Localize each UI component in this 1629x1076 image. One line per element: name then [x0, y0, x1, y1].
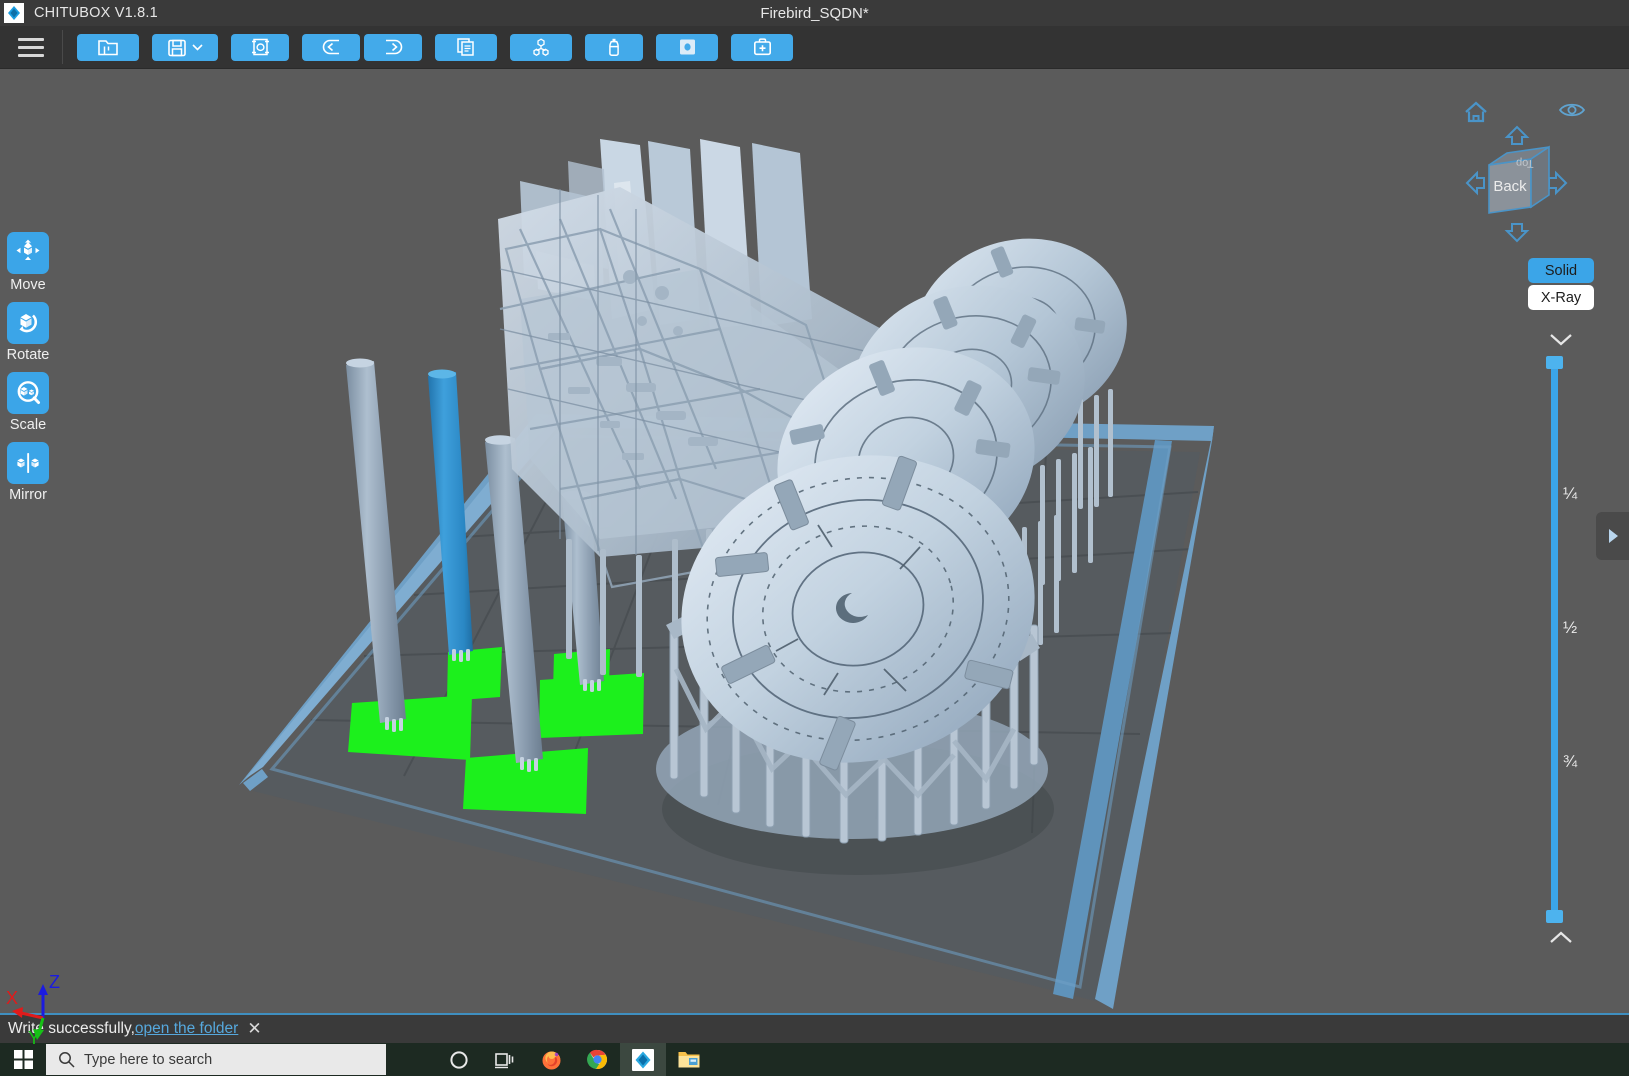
slider-handle-bottom[interactable] — [1546, 910, 1563, 923]
redo-button[interactable] — [364, 33, 422, 61]
mirror-tool-icon-box — [7, 442, 49, 484]
scene-render[interactable] — [0, 69, 1629, 1013]
chevron-up-icon[interactable] — [1548, 930, 1574, 946]
toolbar-button-group — [77, 33, 793, 61]
arrow-left-icon — [322, 39, 339, 54]
layer-preview-slider[interactable] — [1546, 356, 1563, 923]
copy-pages-icon — [457, 38, 474, 56]
nav-cube-front-label: Back — [1493, 178, 1527, 195]
close-x-icon[interactable]: ✕ — [247, 1019, 261, 1039]
cortana-circle-icon — [450, 1050, 468, 1069]
axis-label-x: X — [6, 988, 18, 1008]
dig-hole-button[interactable] — [656, 33, 718, 61]
app-title: CHITUBOX V1.8.1 — [34, 5, 158, 21]
axis-label-z: Z — [49, 972, 60, 992]
title-bar: CHITUBOX V1.8.1 Firebird_SQDN* — [0, 0, 1629, 26]
nav-arrow-right[interactable] — [1548, 170, 1568, 196]
transform-tool-rail: Move Rotate Scale Mirror — [2, 232, 54, 503]
copy-button[interactable] — [435, 33, 497, 61]
hollow-button[interactable] — [585, 33, 643, 61]
hamburger-menu-icon[interactable] — [0, 26, 62, 69]
main-toolbar — [0, 26, 1629, 69]
slider-handle-top[interactable] — [1546, 356, 1563, 369]
mirror-tool[interactable]: Mirror — [7, 442, 49, 503]
slider-tick-quarter: ¼ — [1563, 484, 1578, 503]
hole-punch-icon — [679, 39, 695, 55]
chitubox-taskbar-icon[interactable] — [620, 1043, 666, 1076]
scale-magnifier-icon — [17, 381, 40, 404]
taskview-button[interactable] — [482, 1043, 528, 1076]
repair-button[interactable] — [731, 33, 793, 61]
first-aid-repair-icon — [753, 38, 771, 56]
search-input[interactable]: Type here to search — [46, 1044, 386, 1075]
firefox-icon — [542, 1051, 560, 1070]
search-magnifier-icon — [59, 1052, 75, 1068]
document-title: Firebird_SQDN* — [760, 4, 869, 22]
undo-redo-group — [302, 33, 422, 61]
bottle-hollow-icon — [609, 38, 619, 57]
chitubox-window: CHITUBOX V1.8.1 Firebird_SQDN* Move Rota… — [0, 0, 1629, 1076]
nav-cube-top-label: Top — [1516, 157, 1534, 170]
rotate-cube-icon — [19, 314, 38, 333]
rotate-tool[interactable]: Rotate — [6, 302, 50, 363]
nav-arrow-down[interactable] — [1504, 223, 1530, 243]
arrow-right-icon — [385, 39, 402, 54]
floppy-save-icon — [167, 39, 186, 56]
explorer-taskbar-icon[interactable] — [666, 1043, 712, 1076]
place-on-plate-button[interactable] — [231, 33, 289, 61]
rotate-tool-label: Rotate — [6, 347, 50, 363]
taskview-cortana-icon[interactable] — [436, 1043, 482, 1076]
open-file-button[interactable] — [77, 33, 139, 61]
search-placeholder: Type here to search — [84, 1051, 213, 1068]
xray-mode-button[interactable]: X-Ray — [1528, 285, 1594, 310]
supports-tree-icon — [533, 38, 549, 56]
chrome-icon — [586, 1049, 607, 1069]
axis-label-y: Y — [28, 1028, 40, 1048]
move-tool-label: Move — [10, 277, 46, 293]
chrome-taskbar-icon[interactable] — [574, 1043, 620, 1076]
render-mode-group: Solid X-Ray — [1528, 258, 1594, 310]
move-tool-icon-box — [7, 232, 49, 274]
slider-tick-labels: ¼ ½ ¾ — [1563, 362, 1613, 917]
windows-taskbar: Type here to search — [0, 1043, 1629, 1076]
chitubox-diamond-logo — [632, 1048, 654, 1071]
task-view-icon — [495, 1052, 514, 1068]
save-file-button[interactable] — [152, 33, 218, 61]
folder-open-icon — [98, 40, 118, 56]
solid-mode-button[interactable]: Solid — [1528, 258, 1594, 283]
support-button[interactable] — [510, 33, 572, 61]
nav-arrow-left[interactable] — [1465, 170, 1485, 196]
file-explorer-folder-icon — [678, 1052, 700, 1068]
slider-tick-half: ½ — [1563, 618, 1578, 637]
mirror-cubes-icon — [17, 453, 39, 473]
undo-button[interactable] — [302, 33, 360, 61]
move-tool[interactable]: Move — [7, 232, 49, 293]
axis-gizmo: Z X Y — [6, 972, 60, 1048]
firefox-taskbar-icon[interactable] — [528, 1043, 574, 1076]
scale-tool[interactable]: Scale — [7, 372, 49, 433]
scale-tool-label: Scale — [9, 417, 47, 433]
3d-viewport[interactable] — [0, 69, 1629, 1013]
open-folder-link[interactable]: open the folder — [135, 1020, 238, 1038]
nav-arrow-up[interactable] — [1504, 125, 1530, 145]
right-panel-expand-button[interactable] — [1596, 512, 1629, 560]
status-bar: Write successfully, open the folder ✕ — [0, 1013, 1629, 1043]
chevron-down-icon[interactable] — [1548, 331, 1574, 347]
toolbar-divider — [62, 30, 63, 64]
rotate-tool-icon-box — [6, 302, 49, 344]
scale-tool-icon-box — [7, 372, 49, 414]
chevron-down-icon[interactable] — [191, 42, 204, 52]
mirror-tool-label: Mirror — [9, 487, 47, 503]
nav-cube[interactable]: Back Top — [1455, 115, 1575, 245]
model-on-plate-icon — [251, 38, 269, 56]
slider-tick-three-quarter: ¾ — [1563, 752, 1578, 771]
chitubox-logo-icon — [4, 3, 24, 23]
triangle-right-expand-icon — [1608, 529, 1618, 543]
move-arrows-cube-icon — [16, 239, 40, 260]
